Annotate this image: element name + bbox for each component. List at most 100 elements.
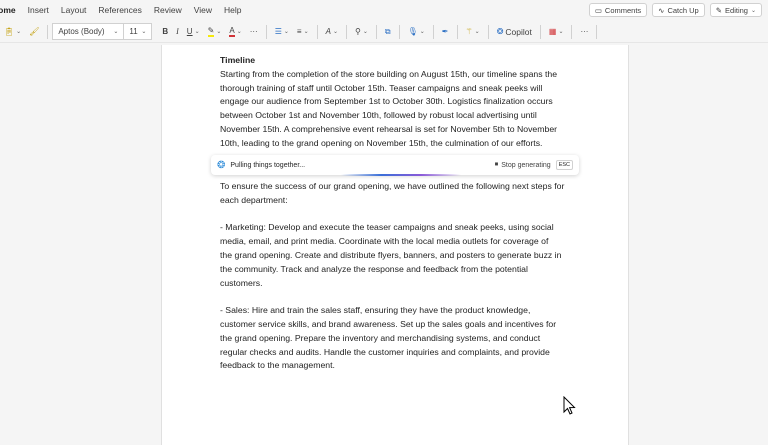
- designer-button[interactable]: ⚚⌄: [462, 22, 484, 42]
- align-button[interactable]: ≡⌄: [293, 22, 313, 42]
- catch-up-button[interactable]: ∿Catch Up: [652, 3, 705, 17]
- tab-layout[interactable]: Layout: [61, 5, 87, 15]
- copilot-button[interactable]: ❂Copilot: [493, 22, 536, 42]
- chevron-down-icon: ⌄: [113, 28, 118, 35]
- stop-generating-button[interactable]: ⏹Stop generating: [495, 161, 551, 169]
- chevron-down-icon: ⌄: [363, 28, 368, 35]
- highlight-button[interactable]: ✎⌄: [204, 22, 226, 42]
- find-button[interactable]: ⚲⌄: [351, 22, 372, 42]
- format-painter-button[interactable]: 🖌︎: [25, 22, 43, 42]
- divider: [47, 25, 48, 39]
- brush-icon: 🖌︎: [29, 27, 39, 36]
- search-icon: ⚲: [355, 27, 361, 36]
- divider: [376, 25, 377, 39]
- ribbon-tabs: Home Insert Layout References Review Vie…: [0, 0, 768, 19]
- editor-button[interactable]: ✒: [438, 22, 453, 42]
- dictate-button[interactable]: 🎙︎⌄: [404, 22, 429, 42]
- underline-button[interactable]: U⌄: [183, 22, 204, 42]
- text-line: To ensure the success of our grand openi…: [220, 180, 580, 194]
- more-options-button[interactable]: ···: [576, 22, 592, 42]
- divider: [596, 25, 597, 39]
- text-line: customers.: [220, 277, 580, 291]
- text-line: each department:: [220, 194, 580, 208]
- text-line: media, email, and print media. Coordinat…: [220, 235, 580, 249]
- font-size-dropdown[interactable]: 11 ⌄: [124, 23, 152, 40]
- chevron-down-icon: ⌄: [16, 28, 21, 35]
- tab-home[interactable]: Home: [0, 5, 16, 15]
- divider: [399, 25, 400, 39]
- chevron-down-icon: ⌄: [216, 28, 221, 35]
- bold-button[interactable]: B: [158, 22, 172, 42]
- font-size-value: 11: [129, 27, 137, 36]
- editor-pen-icon: ✒: [442, 27, 449, 36]
- list-icon: ☰: [275, 27, 282, 36]
- chevron-down-icon: ⌄: [237, 28, 242, 35]
- font-color-icon: A: [229, 26, 234, 37]
- bullets-button[interactable]: ☰⌄: [271, 22, 293, 42]
- copilot-icon: ❂: [497, 27, 504, 36]
- document-body-continued[interactable]: To ensure the success of our grand openi…: [220, 180, 580, 373]
- mouse-cursor-icon: [563, 396, 577, 416]
- styles-icon: A: [326, 27, 331, 36]
- styles-button[interactable]: A⌄: [322, 22, 342, 42]
- tab-insert[interactable]: Insert: [28, 5, 49, 15]
- divider: [433, 25, 434, 39]
- divider: [488, 25, 489, 39]
- tab-view[interactable]: View: [194, 5, 212, 15]
- paragraph-timeline: Starting from the completion of the stor…: [220, 68, 580, 151]
- more-font-options-button[interactable]: ···: [246, 22, 262, 42]
- font-name-dropdown[interactable]: Aptos (Body) ⌄: [52, 23, 124, 40]
- tab-review[interactable]: Review: [154, 5, 182, 15]
- comments-label: Comments: [605, 6, 641, 15]
- view-button[interactable]: ⧉: [381, 22, 395, 42]
- copilot-label: Copilot: [505, 27, 531, 37]
- tab-help[interactable]: Help: [224, 5, 241, 15]
- paragraph-sales: - Sales: Hire and train the sales staff,…: [220, 304, 580, 373]
- grid-icon: ▦: [549, 27, 557, 36]
- text-line: thorough training of staff until October…: [220, 82, 580, 96]
- text-line: feedback to the management.: [220, 359, 580, 373]
- ribbon-toolbar: 📋︎⌄ 🖌︎ Aptos (Body)⌄ 11⌄ B I U⌄ ✎⌄ A⌄ ··…: [0, 21, 768, 43]
- underline-icon: U: [187, 27, 193, 36]
- text-line: the grand opening. Prepare the inventory…: [220, 332, 580, 346]
- editing-button[interactable]: ✎Editing⌄: [710, 3, 762, 17]
- font-name-value: Aptos (Body): [58, 27, 104, 36]
- paste-button[interactable]: 📋︎⌄: [0, 22, 25, 42]
- chevron-down-icon: ⌄: [558, 28, 563, 35]
- clipboard-icon: 📋︎: [4, 27, 14, 36]
- stop-icon: ⏹: [495, 161, 499, 169]
- chevron-down-icon: ⌄: [195, 28, 200, 35]
- chevron-down-icon: ⌄: [284, 28, 289, 35]
- text-line: the grand opening. Create and distribute…: [220, 249, 580, 263]
- divider: [571, 25, 572, 39]
- tab-references[interactable]: References: [98, 5, 141, 15]
- document-body[interactable]: Timeline Starting from the completion of…: [220, 54, 580, 151]
- comments-button[interactable]: ▭Comments: [589, 3, 647, 17]
- chevron-down-icon: ⌄: [420, 28, 425, 35]
- chevron-down-icon: ⌄: [141, 28, 146, 35]
- copilot-status: Pulling things together...: [230, 162, 305, 169]
- chevron-down-icon: ⌄: [333, 28, 338, 35]
- copilot-progress-bar: ❂ Pulling things together... ⏹Stop gener…: [211, 155, 579, 175]
- pencil-icon: ✎: [716, 6, 722, 15]
- italic-button[interactable]: I: [172, 22, 183, 42]
- esc-key-hint: ESC: [556, 160, 573, 170]
- screen-search-icon: ⧉: [385, 27, 391, 37]
- text-line: - Marketing: Develop and execute the tea…: [220, 221, 580, 235]
- divider: [540, 25, 541, 39]
- stop-label: Stop generating: [501, 162, 550, 169]
- font-color-button[interactable]: A⌄: [225, 22, 245, 42]
- editing-label: Editing: [725, 6, 748, 15]
- chevron-down-icon: ⌄: [475, 28, 480, 35]
- table-button[interactable]: ▦⌄: [545, 22, 568, 42]
- text-line: regular checks and audits. Handle the cu…: [220, 346, 580, 360]
- copilot-icon: ❂: [217, 160, 225, 171]
- paragraph-next-steps: To ensure the success of our grand openi…: [220, 180, 580, 208]
- progress-glow: [341, 174, 461, 176]
- text-line: November 15th. A comprehensive event reh…: [220, 123, 580, 137]
- microphone-icon: 🎙︎: [408, 27, 418, 36]
- align-icon: ≡: [297, 27, 302, 36]
- catch-up-label: Catch Up: [667, 6, 698, 15]
- paragraph-marketing: - Marketing: Develop and execute the tea…: [220, 221, 580, 290]
- text-line: Starting from the completion of the stor…: [220, 68, 580, 82]
